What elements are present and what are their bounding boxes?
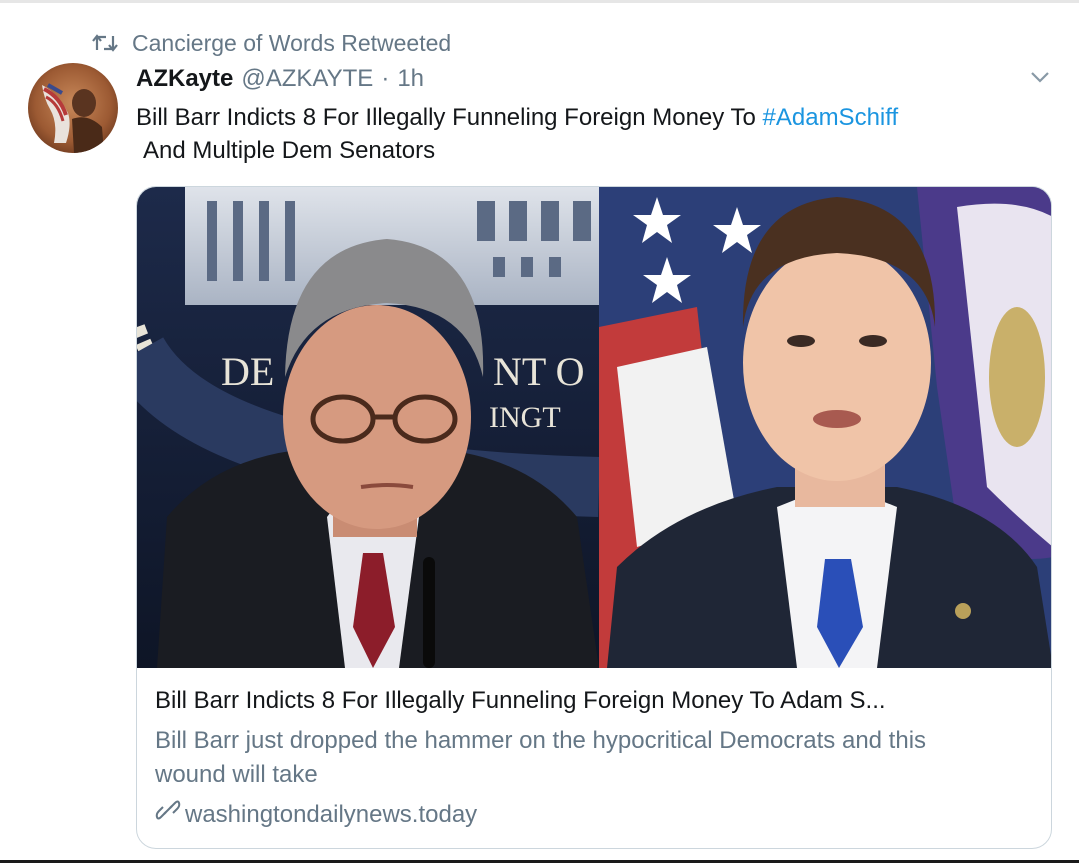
card-image[interactable]: DE NT O INGT xyxy=(137,187,1051,668)
display-name[interactable]: AZKayte xyxy=(136,65,233,93)
tweet-text: Bill Barr Indicts 8 For Illegally Funnel… xyxy=(136,101,1066,167)
sign-text-1: DE xyxy=(221,349,274,394)
timestamp[interactable]: 1h xyxy=(397,65,424,93)
avatar[interactable] xyxy=(28,63,118,153)
card-description: Bill Barr just dropped the hammer on the… xyxy=(155,727,927,788)
link-icon xyxy=(155,798,181,831)
card-link[interactable]: washingtondailynews.today xyxy=(155,798,1035,831)
separator-dot: · xyxy=(381,65,390,92)
tweet-frame: Cancierge of Words Retweeted AZKayte @AZ… xyxy=(0,0,1079,863)
tweet-text-line2: And Multiple Dem Senators xyxy=(143,137,436,164)
chevron-down-icon[interactable] xyxy=(1028,67,1052,87)
tweet-text-line1: Bill Barr Indicts 8 For Illegally Funnel… xyxy=(136,104,763,131)
link-domain[interactable]: washingtondailynews.today xyxy=(185,799,477,831)
card-body: Bill Barr Indicts 8 For Illegally Funnel… xyxy=(155,685,1035,831)
sign-text-3: INGT xyxy=(489,401,561,434)
retweet-icon xyxy=(92,33,118,53)
retweet-text: Cancierge of Words Retweeted xyxy=(132,29,452,56)
hashtag-link[interactable]: #AdamSchiff xyxy=(763,104,899,131)
sign-text-2: NT O xyxy=(493,349,584,394)
card-title[interactable]: Bill Barr Indicts 8 For Illegally Funnel… xyxy=(155,685,1035,717)
link-card[interactable]: DE NT O INGT Bill Barr Indicts 8 For Ill… xyxy=(136,186,1052,849)
user-handle[interactable]: @AZKAYTE xyxy=(241,65,373,93)
retweet-context[interactable]: Cancierge of Words Retweeted xyxy=(92,29,451,57)
tweet-header: AZKayte @AZKAYTE · 1h xyxy=(136,65,424,95)
